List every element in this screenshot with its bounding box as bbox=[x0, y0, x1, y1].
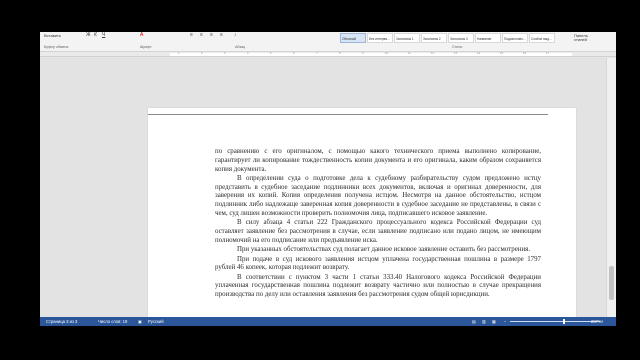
ruler-tick: 5 bbox=[270, 52, 272, 55]
bold-icon[interactable]: Ж bbox=[86, 32, 91, 38]
word-window: Вставить Ж К Ч A ≡ ≡ ≡ ≡ ↕ Обычный Без и… bbox=[40, 32, 616, 326]
print-layout-icon[interactable]: ▥ bbox=[482, 319, 486, 324]
line-spacing-icon[interactable]: ↕ bbox=[234, 32, 237, 38]
ruler-tick: 16 bbox=[523, 52, 526, 55]
font-color-icon[interactable]: A bbox=[140, 32, 143, 38]
italic-icon[interactable]: К bbox=[94, 32, 97, 38]
proofing-icon[interactable]: ▣ bbox=[138, 319, 142, 324]
page-count[interactable]: Страница 3 из 3 bbox=[46, 319, 77, 324]
document-area: по сравнению с его оригиналом, с помощью… bbox=[40, 58, 616, 326]
clipboard-group-label: Буфер обмена bbox=[44, 45, 69, 49]
ruler-tick: 2 bbox=[201, 52, 203, 55]
paragraph: В определении суда о подготовке дела к с… bbox=[215, 174, 541, 218]
align-right-icon[interactable]: ≡ bbox=[210, 32, 213, 38]
ruler-tick: 14 bbox=[477, 52, 480, 55]
ruler-tick: 4 bbox=[247, 52, 249, 55]
zoom-slider[interactable] bbox=[510, 321, 600, 322]
paragraph: по сравнению с его оригиналом, с помощью… bbox=[215, 148, 541, 173]
ruler-track bbox=[170, 53, 572, 56]
zoom-out-icon[interactable]: − bbox=[504, 319, 506, 324]
ruler[interactable]: 1 2 3 4 5 6 7 8 9 10 11 12 13 14 15 16 17 bbox=[40, 52, 616, 57]
ruler-tick: 6 bbox=[293, 52, 295, 55]
scrollbar-thumb[interactable] bbox=[609, 266, 614, 300]
style-heading-1[interactable]: Заголовок 1 bbox=[394, 33, 420, 43]
style-title[interactable]: Название bbox=[475, 33, 501, 43]
style-normal[interactable]: Обычный bbox=[340, 33, 366, 43]
web-layout-icon[interactable]: ▦ bbox=[492, 319, 496, 324]
ruler-tick: 11 bbox=[408, 52, 411, 55]
document-text[interactable]: по сравнению с его оригиналом, с помощью… bbox=[215, 148, 541, 301]
ruler-tick: 7 bbox=[316, 52, 318, 55]
paragraph: При подаче в суд искового заявления истц… bbox=[215, 255, 541, 272]
style-subtle-emphasis[interactable]: Слабое выд... bbox=[529, 33, 555, 43]
justify-icon[interactable]: ≡ bbox=[220, 32, 223, 38]
align-center-icon[interactable]: ≡ bbox=[200, 32, 203, 38]
word-count[interactable]: Число слов: 19 bbox=[98, 319, 127, 324]
underline-icon[interactable]: Ч bbox=[102, 32, 105, 38]
ruler-tick: 17 bbox=[546, 52, 549, 55]
zoom-level[interactable]: 207% bbox=[591, 319, 602, 324]
ruler-tick: 13 bbox=[454, 52, 457, 55]
styles-group-label: Стили bbox=[452, 45, 463, 49]
style-subtitle[interactable]: Подзаголово... bbox=[502, 33, 528, 43]
ruler-tick: 3 bbox=[224, 52, 226, 55]
zoom-slider-knob[interactable] bbox=[563, 319, 565, 324]
language[interactable]: Русский bbox=[148, 319, 164, 324]
ruler-tick: 12 bbox=[431, 52, 434, 55]
align-left-icon[interactable]: ≡ bbox=[190, 32, 193, 38]
ribbon: Вставить Ж К Ч A ≡ ≡ ≡ ≡ ↕ Обычный Без и… bbox=[40, 32, 616, 52]
paragraph: В силу абзаца 4 статьи 222 Гражданского … bbox=[215, 219, 541, 244]
paragraph-group-label: Абзац bbox=[235, 45, 246, 49]
ruler-tick: 10 bbox=[385, 52, 388, 55]
paragraph: В соответствии с пунктом 3 части 1 стать… bbox=[215, 273, 541, 299]
style-heading-3[interactable]: Заголовок 3 bbox=[448, 33, 474, 43]
style-no-spacing[interactable]: Без интерва... bbox=[367, 33, 393, 43]
ruler-tick: 1 bbox=[178, 52, 180, 55]
paragraph: При указанных обстоятельствах суд полага… bbox=[237, 246, 531, 254]
style-heading-2[interactable]: Заголовок 2 bbox=[421, 33, 447, 43]
ruler-tick: 15 bbox=[500, 52, 503, 55]
ruler-tick: 9 bbox=[362, 52, 364, 55]
document-page[interactable]: по сравнению с его оригиналом, с помощью… bbox=[148, 108, 576, 326]
font-group-label: Шрифт bbox=[140, 45, 152, 49]
read-mode-icon[interactable]: ▤ bbox=[472, 319, 476, 324]
styles-pane-button[interactable]: Панель стилей bbox=[574, 34, 600, 42]
ruler-tick: 8 bbox=[339, 52, 341, 55]
paste-button[interactable]: Вставить bbox=[44, 33, 61, 38]
status-bar: Страница 3 из 3 Число слов: 19 ▣ Русский… bbox=[40, 317, 616, 326]
vertical-scrollbar[interactable] bbox=[606, 58, 616, 317]
